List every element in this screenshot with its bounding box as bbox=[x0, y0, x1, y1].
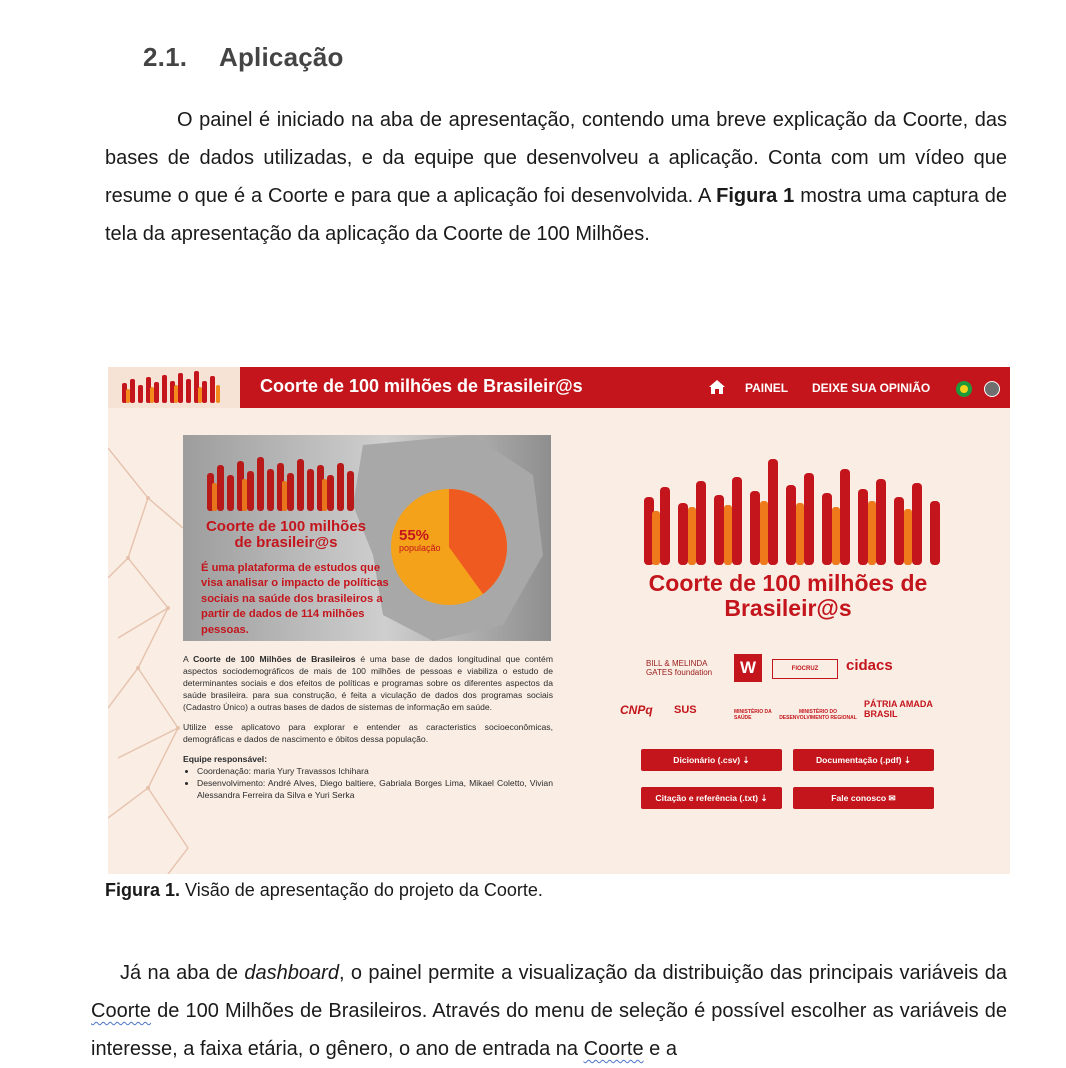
dicionario-label: Dicionário (.csv) bbox=[673, 755, 741, 765]
sponsor-wellcome: W bbox=[734, 654, 762, 682]
sponsor-gates: BILL & MELINDA GATES foundation bbox=[646, 659, 713, 677]
about-paragraph: Utilize esse aplicatovo para explorar e … bbox=[183, 722, 553, 744]
sponsor-ministerio-desenvolvimento: MINISTÉRIO DO DESENVOLVIMENTO REGIONAL bbox=[779, 709, 857, 721]
para-text: e a bbox=[643, 1038, 677, 1060]
spellcheck-word: Coorte bbox=[583, 1038, 644, 1060]
home-icon[interactable] bbox=[708, 379, 726, 395]
hero-title: Coorte de 100 milhões de brasileir@s bbox=[205, 518, 367, 551]
about-text-part: A bbox=[183, 654, 194, 664]
citacao-label: Citação e referência (.txt) bbox=[655, 793, 759, 803]
para-text: de 100 Milhões de Brasileiros. Através d… bbox=[91, 1000, 1007, 1060]
section-title: Aplicação bbox=[219, 42, 344, 72]
para-italic: dashboard bbox=[244, 962, 339, 984]
section-number: 2.1. bbox=[143, 42, 188, 72]
sponsor-ministerio-saude: MINISTÉRIO DA SAÚDE bbox=[734, 709, 772, 721]
uk-flag-icon[interactable] bbox=[984, 381, 1000, 397]
figure-screenshot: Coorte de 100 milhões de Brasileir@s PAI… bbox=[108, 367, 1010, 874]
nav-painel[interactable]: PAINEL bbox=[745, 381, 788, 395]
sponsor-sus: SUS bbox=[674, 704, 697, 716]
caption-text: Visão de apresentação do projeto da Coor… bbox=[180, 880, 543, 900]
sponsor-brasil: PÁTRIA AMADA BRASIL bbox=[864, 699, 933, 719]
app-title: Coorte de 100 milhões de Brasileir@s bbox=[260, 376, 583, 396]
brazil-flag-icon[interactable] bbox=[956, 381, 972, 397]
team-item: Coordenação: maria Yury Travassos Ichiha… bbox=[197, 765, 553, 777]
caption-label: Figura 1. bbox=[105, 880, 181, 900]
about-paragraph: A Coorte de 100 Milhões de Brasileiros é… bbox=[183, 653, 553, 713]
video-thumbnail[interactable]: Coorte de 100 milhões de brasileir@s É u… bbox=[183, 435, 551, 641]
documentacao-button[interactable]: Documentação (.pdf) ⇣ bbox=[793, 749, 934, 771]
team-item: Desenvolvimento: André Alves, Diego balt… bbox=[197, 777, 553, 801]
mail-icon: ✉ bbox=[888, 793, 896, 803]
pie-percentage: 55% bbox=[399, 527, 430, 544]
intro-paragraph: O painel é iniciado na aba de apresentaç… bbox=[105, 101, 1007, 253]
sponsor-fiocruz: FIOCRUZ bbox=[772, 659, 838, 679]
para-text: , o painel permite a visualização da dis… bbox=[338, 962, 1007, 984]
figure-reference: Figura 1 bbox=[716, 185, 795, 207]
figure-caption: Figura 1. Visão de apresentação do proje… bbox=[105, 880, 543, 901]
download-icon: ⇣ bbox=[760, 793, 768, 803]
fale-conosco-button[interactable]: Fale conosco ✉ bbox=[793, 787, 934, 809]
pie-label: população bbox=[399, 543, 441, 553]
team-label: Equipe responsável: bbox=[183, 754, 268, 764]
download-icon: ⇣ bbox=[903, 755, 912, 765]
app-logo[interactable] bbox=[108, 367, 240, 408]
hero-description: É uma plataforma de estudos que visa ana… bbox=[201, 562, 389, 636]
crowd-illustration bbox=[644, 459, 940, 565]
download-icon: ⇣ bbox=[742, 755, 750, 765]
para-text: Já na aba de bbox=[120, 962, 245, 984]
about-text-bold: Coorte de 100 Milhões de Brasileiros bbox=[193, 654, 356, 664]
citacao-button[interactable]: Citação e referência (.txt) ⇣ bbox=[641, 787, 782, 809]
section-heading: 2.1. Aplicação bbox=[143, 42, 344, 73]
dashboard-paragraph: Já na aba de dashboard, o painel permite… bbox=[91, 954, 1007, 1068]
dicionario-button[interactable]: Dicionário (.csv) ⇣ bbox=[641, 749, 782, 771]
about-text: A Coorte de 100 Milhões de Brasileiros é… bbox=[183, 653, 553, 801]
fale-conosco-label: Fale conosco bbox=[831, 793, 887, 803]
spellcheck-word: Coorte bbox=[91, 1000, 152, 1022]
crowd-logo-icon bbox=[122, 371, 220, 403]
sponsor-cidacs: cidacs bbox=[846, 657, 893, 674]
documentacao-label: Documentação (.pdf) bbox=[815, 755, 902, 765]
nav-deixe-opiniao[interactable]: DEIXE SUA OPINIÃO bbox=[812, 381, 930, 395]
sponsor-cnpq: CNPq bbox=[620, 703, 653, 717]
project-title: Coorte de 100 milhões de Brasileir@s bbox=[648, 570, 928, 621]
team-list: Coordenação: maria Yury Travassos Ichiha… bbox=[183, 765, 553, 801]
